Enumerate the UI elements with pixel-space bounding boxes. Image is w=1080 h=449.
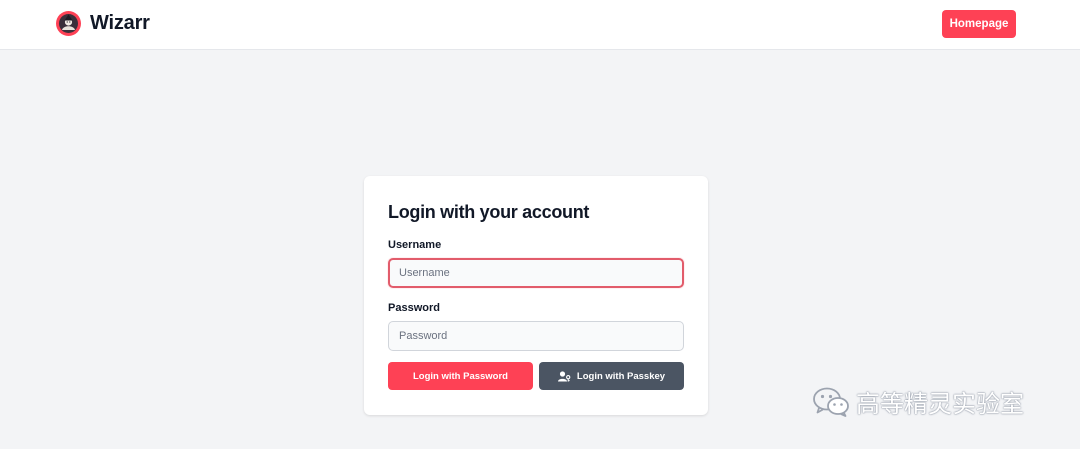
wechat-icon (813, 387, 849, 417)
homepage-button[interactable]: Homepage (942, 10, 1016, 38)
login-with-password-label: Login with Password (412, 370, 508, 382)
login-with-passkey-button[interactable]: Login with Passkey (539, 362, 684, 390)
user-key-icon (557, 370, 571, 382)
navbar: Wizarr Homepage (0, 0, 1080, 50)
watermark: 高等精灵实验室 (812, 384, 1024, 419)
username-input[interactable] (388, 258, 684, 288)
password-label: Password (388, 302, 440, 314)
login-with-passkey-label: Login with Passkey (576, 370, 666, 382)
watermark-text: 高等精灵实验室 (856, 390, 1024, 418)
login-title: Login with your account (388, 202, 590, 222)
brand-link[interactable]: Wizarr (56, 11, 150, 36)
login-with-password-button[interactable]: Login with Password (388, 362, 533, 390)
brand-name: Wizarr (90, 12, 150, 34)
password-input[interactable] (388, 321, 684, 351)
wizarr-logo-icon (56, 11, 81, 36)
username-label: Username (388, 239, 442, 251)
login-card: Login with your account Username Passwor… (364, 176, 708, 415)
